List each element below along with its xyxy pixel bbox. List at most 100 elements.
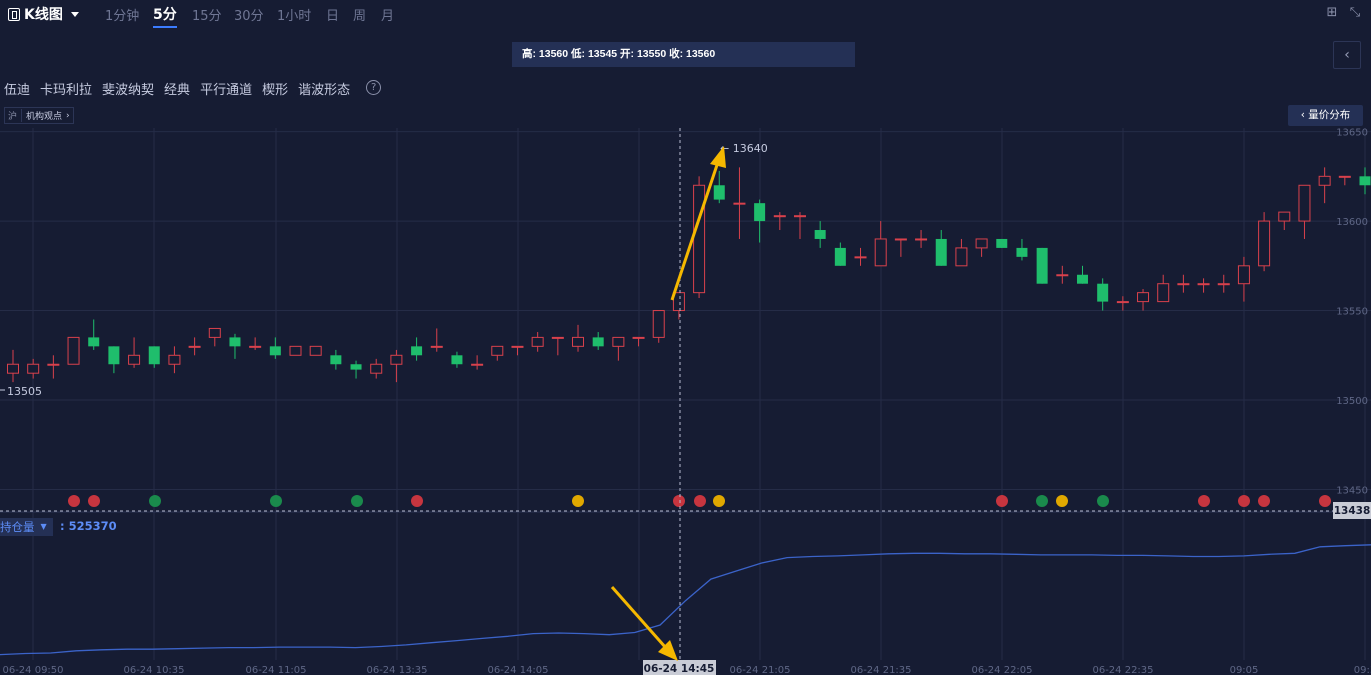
open-interest-series <box>0 544 1371 656</box>
candle <box>955 238 968 267</box>
candle <box>1278 211 1291 231</box>
candle <box>975 238 988 257</box>
candle <box>996 238 1008 248</box>
time-tick-label: 06-24 22:35 <box>1092 665 1153 675</box>
candle <box>1338 175 1351 186</box>
signal-marker <box>270 495 282 507</box>
institution-view-label: 机构观点 <box>26 112 63 122</box>
candle <box>1177 274 1190 293</box>
volume-profile-button[interactable]: ‹ 量价分布 <box>1288 105 1363 126</box>
signal-marker <box>694 495 706 507</box>
candle <box>451 351 463 368</box>
candle <box>612 336 625 361</box>
candle <box>592 332 604 350</box>
tool-camarilla[interactable]: 卡玛利拉 <box>40 79 92 98</box>
indicator-selector[interactable]: 持仓量 ▼ <box>0 518 53 536</box>
time-tick-label: 09:3 <box>1354 665 1371 675</box>
candle <box>47 355 60 379</box>
candle <box>390 349 403 383</box>
candle <box>1016 238 1028 261</box>
candle <box>188 337 201 356</box>
kline-chart[interactable]: 13450 13500 13550 13600 13650 06-24 09:50 06-… <box>0 0 1371 675</box>
candle <box>411 337 423 361</box>
signal-marker <box>1036 495 1048 507</box>
candle <box>269 337 281 359</box>
chart-grid <box>0 128 1371 660</box>
candle <box>108 346 120 374</box>
candle <box>1258 212 1271 272</box>
tool-fibonacci[interactable]: 斐波纳契 <box>102 79 154 98</box>
candle <box>289 345 302 356</box>
candle <box>370 358 383 379</box>
chevron-left-icon: ‹ <box>1300 109 1305 121</box>
tool-wedge[interactable]: 楔形 <box>262 79 288 98</box>
chart-type-label: K线图 <box>24 7 63 23</box>
candle <box>1157 274 1170 303</box>
signal-marker <box>88 495 100 507</box>
tab-month[interactable]: 月 <box>381 5 394 24</box>
tool-harmonic[interactable]: 谐波形态 <box>298 79 350 98</box>
signal-marker <box>351 495 363 507</box>
time-tick-label: 06-24 22:05 <box>971 665 1032 675</box>
ohlc-tooltip: 高: 13560 低: 13545 开: 13550 收: 13560 <box>512 42 855 67</box>
tab-1min[interactable]: 1分钟 <box>105 5 139 24</box>
signal-marker <box>572 495 584 507</box>
signal-marker <box>149 495 161 507</box>
top-bar: K线图 1分钟 5分 15分 30分 1小时 日 周 月 ⊞ ⤡ <box>0 0 1371 28</box>
candle <box>754 199 766 243</box>
candle <box>309 345 322 356</box>
price-tick-label: 13650 <box>1336 128 1368 139</box>
candle <box>1116 296 1129 311</box>
candle <box>652 310 665 343</box>
help-icon[interactable]: ? <box>366 80 382 95</box>
candle <box>1237 256 1250 302</box>
price-tick-label: 13450 <box>1336 486 1368 497</box>
low-price-label: 13505 <box>7 385 42 398</box>
tab-5min[interactable]: 5分 <box>153 4 177 28</box>
annotation-arrow-down <box>610 586 678 661</box>
price-tick-label: 13550 <box>1336 307 1368 318</box>
candle <box>935 230 947 266</box>
tab-week[interactable]: 周 <box>353 5 366 24</box>
candle <box>632 336 645 347</box>
signal-marker <box>673 495 685 507</box>
crosshair-price-label: 13438 <box>1334 505 1371 517</box>
tool-parallel-channel[interactable]: 平行通道 <box>200 79 252 98</box>
tab-1hour[interactable]: 1小时 <box>277 5 311 24</box>
candle <box>148 346 160 368</box>
candle <box>572 324 585 352</box>
chart-type-selector[interactable]: K线图 <box>8 4 79 24</box>
exchange-badge: 沪 <box>8 109 23 122</box>
tool-woodie[interactable]: 伍迪 <box>4 79 30 98</box>
caret-down-icon: ▼ <box>40 522 47 531</box>
time-tick-label: 06-24 09:50 <box>2 665 63 675</box>
candle <box>1097 278 1109 311</box>
price-tick-label: 13500 <box>1336 396 1368 407</box>
tool-classic[interactable]: 经典 <box>164 79 190 98</box>
candle <box>350 360 362 379</box>
tab-day[interactable]: 日 <box>326 5 339 24</box>
tab-15min[interactable]: 15分 <box>192 5 222 24</box>
time-tick-label: 09:05 <box>1230 665 1259 675</box>
candle <box>27 358 40 379</box>
crosshair-time-label: 06-24 14:45 <box>644 663 715 675</box>
signal-marker <box>713 495 725 507</box>
signal-marker <box>1238 495 1250 507</box>
candle <box>814 221 826 248</box>
candle <box>1137 289 1150 311</box>
candle <box>1318 167 1331 204</box>
grid-icon[interactable]: ⊞ <box>1325 6 1339 20</box>
chevron-left-icon[interactable]: ‹ <box>1333 41 1361 69</box>
candle <box>1217 274 1230 293</box>
signal-marker <box>1319 495 1331 507</box>
candle <box>88 319 100 350</box>
indicator-name: 持仓量 <box>0 520 35 534</box>
time-tick-label: 06-24 14:05 <box>487 665 548 675</box>
candle <box>511 345 524 356</box>
kline-icon <box>8 7 20 21</box>
tab-30min[interactable]: 30分 <box>234 5 264 24</box>
collapse-icon[interactable]: ⤡ <box>1348 6 1362 20</box>
institution-view-button[interactable]: 沪 机构观点 › <box>4 107 74 124</box>
candle <box>915 230 928 248</box>
candle <box>249 337 262 350</box>
